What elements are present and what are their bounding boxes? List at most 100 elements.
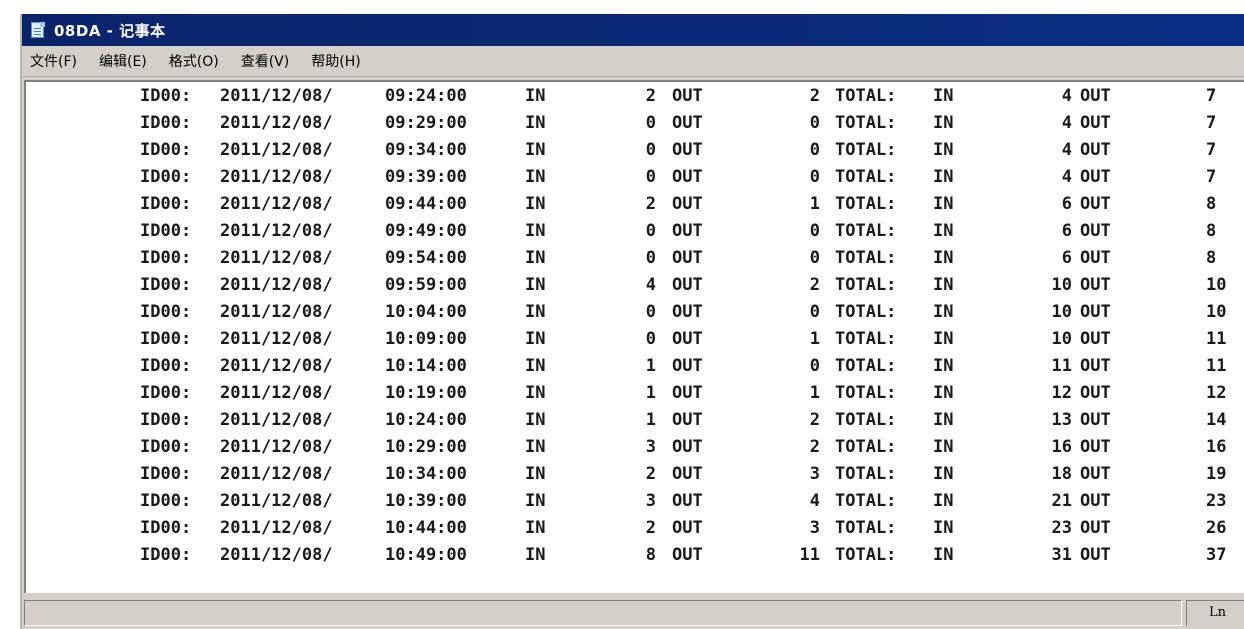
line-field: 1 xyxy=(809,329,820,349)
line-field: 2011/12/08/ xyxy=(220,410,333,430)
window-title: 08DA - 记事本 xyxy=(54,21,166,40)
line-field: 3 xyxy=(809,464,820,484)
line-field: OUT xyxy=(672,221,703,241)
line-field: IN xyxy=(525,248,546,268)
line-field: 37 xyxy=(1206,545,1227,565)
line-field: TOTAL: xyxy=(835,140,897,160)
text-line: ID00: 2011/12/08/10:24:00 IN 1 OUT 2 TOTAL: IN 1… xyxy=(26,410,1244,437)
line-field: IN xyxy=(525,86,546,106)
line-field: 09:39:00 xyxy=(385,167,467,187)
line-field: IN xyxy=(525,140,546,160)
line-field: IN xyxy=(933,275,954,295)
line-field: 09:49:00 xyxy=(385,221,467,241)
line-field: 23 xyxy=(1206,491,1227,511)
line-field: 11 xyxy=(1206,329,1227,349)
menu-format[interactable]: 格式(O) xyxy=(169,51,219,71)
line-field: IN xyxy=(933,491,954,511)
line-field: TOTAL: xyxy=(835,302,897,322)
line-field: 0 xyxy=(645,140,656,160)
menu-bar: 文件(F) 编辑(E) 格式(O) 查看(V) 帮助(H) xyxy=(22,46,1244,77)
line-field: ID00: xyxy=(140,167,192,187)
line-field: IN xyxy=(933,329,954,349)
line-field: 0 xyxy=(809,248,820,268)
line-field: IN xyxy=(525,113,546,133)
line-field: OUT xyxy=(672,464,703,484)
line-field: OUT xyxy=(1080,275,1111,295)
line-field: OUT xyxy=(1080,356,1111,376)
line-field: IN xyxy=(933,410,954,430)
notepad-icon[interactable] xyxy=(30,21,46,39)
line-field: 14 xyxy=(1206,410,1227,430)
text-line: ID00: 2011/12/08/10:49:00 IN 8 OUT 11 TOTAL: IN… xyxy=(26,545,1244,572)
line-field: IN xyxy=(933,140,954,160)
line-field: 2011/12/08/ xyxy=(220,545,333,565)
line-field: 10:09:00 xyxy=(385,329,467,349)
line-field: 2011/12/08/ xyxy=(220,221,333,241)
line-field: OUT xyxy=(672,113,703,133)
line-field: ID00: xyxy=(140,302,192,322)
line-field: 0 xyxy=(809,113,820,133)
line-field: IN xyxy=(933,302,954,322)
text-area[interactable]: ID00: 2011/12/08/09:24:00 IN 2 OUT 2 TOTAL: IN 4… xyxy=(24,80,1244,593)
line-field: 09:44:00 xyxy=(385,194,467,214)
menu-edit[interactable]: 编辑(E) xyxy=(99,51,147,71)
menu-help[interactable]: 帮助(H) xyxy=(311,51,360,71)
line-field: ID00: xyxy=(140,113,192,133)
line-field: 10:04:00 xyxy=(385,302,467,322)
line-field: OUT xyxy=(672,302,703,322)
line-field: IN xyxy=(525,383,546,403)
line-field: 0 xyxy=(809,302,820,322)
line-field: OUT xyxy=(1080,518,1111,538)
line-field: 10:49:00 xyxy=(385,545,467,565)
line-field: 2011/12/08/ xyxy=(220,491,333,511)
line-field: IN xyxy=(525,221,546,241)
title-bar[interactable]: 08DA - 记事本 xyxy=(22,14,1244,46)
text-line: ID00: 2011/12/08/10:44:00 IN 2 OUT 3 TOTAL: IN 2… xyxy=(26,518,1244,545)
line-field: TOTAL: xyxy=(835,221,897,241)
line-field: 4 xyxy=(1061,167,1072,187)
line-field: 2011/12/08/ xyxy=(220,383,333,403)
line-field: OUT xyxy=(672,275,703,295)
menu-view[interactable]: 查看(V) xyxy=(241,51,290,71)
line-field: 09:24:00 xyxy=(385,86,467,106)
line-field: 2011/12/08/ xyxy=(220,275,333,295)
text-line: ID00: 2011/12/08/09:24:00 IN 2 OUT 2 TOTAL: IN 4… xyxy=(26,86,1244,113)
line-field: IN xyxy=(525,302,546,322)
text-line: ID00: 2011/12/08/09:34:00 IN 0 OUT 0 TOTAL: IN 4… xyxy=(26,140,1244,167)
line-field: OUT xyxy=(1080,383,1111,403)
line-field: TOTAL: xyxy=(835,545,897,565)
line-field: 16 xyxy=(1051,437,1072,457)
line-field: 8 xyxy=(1206,248,1217,268)
line-field: IN xyxy=(525,167,546,187)
line-field: OUT xyxy=(672,410,703,430)
line-field: ID00: xyxy=(140,518,192,538)
line-field: OUT xyxy=(1080,329,1111,349)
text-line: ID00: 2011/12/08/09:49:00 IN 0 OUT 0 TOTAL: IN 6… xyxy=(26,221,1244,248)
line-field: OUT xyxy=(672,140,703,160)
line-field: IN xyxy=(525,518,546,538)
line-field: 10:19:00 xyxy=(385,383,467,403)
line-field: OUT xyxy=(1080,464,1111,484)
line-field: 10:44:00 xyxy=(385,518,467,538)
line-field: IN xyxy=(525,356,546,376)
line-field: OUT xyxy=(1080,545,1111,565)
line-field: IN xyxy=(933,194,954,214)
line-field: TOTAL: xyxy=(835,167,897,187)
line-field: 10:24:00 xyxy=(385,410,467,430)
line-field: OUT xyxy=(1080,410,1111,430)
menu-file[interactable]: 文件(F) xyxy=(30,51,77,71)
line-field: 21 xyxy=(1051,491,1072,511)
status-main-panel xyxy=(24,600,1182,626)
line-field: OUT xyxy=(1080,437,1111,457)
line-field: IN xyxy=(933,86,954,106)
line-field: 6 xyxy=(1061,194,1072,214)
text-line: ID00: 2011/12/08/09:39:00 IN 0 OUT 0 TOTAL: IN 4… xyxy=(26,167,1244,194)
line-field: 7 xyxy=(1206,167,1217,187)
line-field: OUT xyxy=(1080,167,1111,187)
line-field: ID00: xyxy=(140,464,192,484)
line-field: ID00: xyxy=(140,545,192,565)
line-field: 0 xyxy=(809,221,820,241)
line-field: 2011/12/08/ xyxy=(220,356,333,376)
line-field: TOTAL: xyxy=(835,113,897,133)
line-field: IN xyxy=(933,383,954,403)
